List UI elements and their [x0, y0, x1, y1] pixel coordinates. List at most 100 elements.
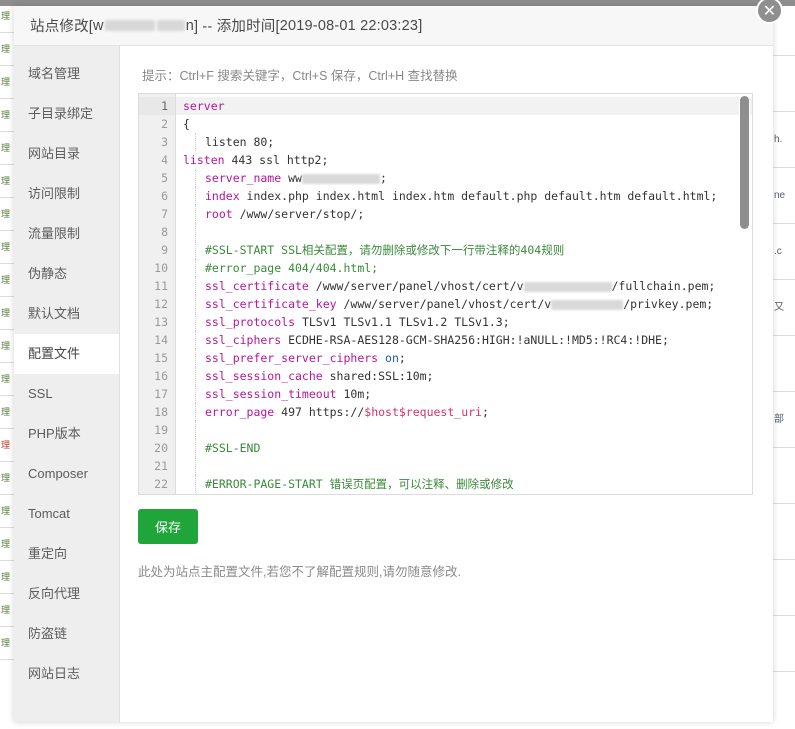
sidebar-item-label: 网站目录 — [28, 146, 81, 161]
sidebar-item-label: Tomcat — [28, 506, 70, 521]
sidebar-item-9[interactable]: PHP版本 — [14, 414, 119, 454]
code-line[interactable] — [176, 223, 752, 241]
editor-scrollbar[interactable] — [739, 96, 750, 492]
code-line[interactable]: ssl_prefer_server_ciphers on; — [176, 349, 752, 367]
line-number: 13 — [154, 315, 168, 329]
code-line[interactable]: server_name ww; — [176, 169, 752, 187]
token-pln: ; — [481, 405, 489, 419]
sidebar-item-7[interactable]: 配置文件 — [14, 334, 119, 374]
token-cmt: #error_page 404/404.html; — [205, 261, 379, 275]
sidebar-item-14[interactable]: 防盗链 — [14, 614, 119, 654]
sidebar-item-label: Composer — [28, 466, 88, 481]
editor-hint: 提示：Ctrl+F 搜索关键字，Ctrl+S 保存，Ctrl+H 查找替换 — [142, 69, 458, 83]
code-line[interactable]: listen 443 ssl http2; — [176, 151, 752, 169]
token-kw: ssl_session_timeout — [205, 387, 337, 401]
token-pln: index.php index.html index.htm default.p… — [239, 189, 718, 203]
code-line[interactable]: ssl_protocols TLSv1 TLSv1.1 TLSv1.2 TLSv… — [176, 313, 752, 331]
site-edit-modal: 站点修改[w n] -- 添加时间[2019-08-01 22:03:23] ✕ … — [14, 0, 783, 722]
code-line[interactable]: server — [176, 97, 752, 115]
line-number: 15 — [154, 351, 168, 365]
code-line-text: { — [183, 117, 190, 131]
background-row: 理 — [0, 429, 14, 462]
sidebar-item-12[interactable]: 重定向 — [14, 534, 119, 574]
config-file-editor[interactable]: 1 2 3 4 5 6 7 8 9 10 11 12 13 14 15 16 17 18 19 20 21 22 serv… — [138, 93, 753, 495]
code-line-text: #error_page 404/404.html; — [183, 261, 378, 275]
code-line-text: ssl_ciphers ECDHE-RSA-AES128-GCM-SHA256:… — [183, 333, 669, 347]
code-line[interactable]: ssl_certificate_key /www/server/panel/vh… — [176, 295, 752, 313]
token-kw: ssl_protocols — [205, 315, 296, 329]
code-line[interactable]: #error_page 404/404.html; — [176, 259, 752, 277]
code-line[interactable]: listen 80; — [176, 133, 752, 151]
token-val: on — [385, 351, 399, 365]
line-number: 20 — [154, 441, 168, 455]
editor-scrollbar-thumb[interactable] — [740, 96, 749, 229]
line-number: 19 — [154, 423, 168, 437]
line-number: 1 — [139, 97, 175, 115]
background-row: 理 — [0, 99, 14, 132]
line-number: 12 — [154, 297, 168, 311]
background-row: 部 — [773, 392, 795, 448]
line-number: 17 — [154, 387, 168, 401]
background-row: h. — [773, 112, 795, 168]
sidebar-item-10[interactable]: Composer — [14, 454, 119, 494]
sidebar-item-6[interactable]: 默认文档 — [14, 294, 119, 334]
code-line[interactable] — [176, 457, 752, 475]
line-number: 3 — [161, 135, 168, 149]
code-line[interactable]: #ERROR-PAGE-START 错误页配置，可以注释、删除或修改 — [176, 475, 752, 493]
sidebar-item-8[interactable]: SSL — [14, 374, 119, 414]
sidebar-item-15[interactable]: 网站日志 — [14, 654, 119, 694]
sidebar-item-label: 子目录绑定 — [28, 106, 94, 121]
sidebar-item-5[interactable]: 伪静态 — [14, 254, 119, 294]
token-pln: 497 https:// — [274, 405, 365, 419]
background-row: 理 — [0, 330, 14, 363]
line-number: 18 — [154, 405, 168, 419]
code-line-text: error_page 497 https://$host$request_uri… — [183, 405, 489, 419]
indent-guide — [195, 133, 196, 151]
line-number: 7 — [161, 207, 168, 221]
modal-title-suffix: ] — [418, 17, 423, 34]
code-line[interactable]: #SSL-START SSL相关配置，请勿删除或修改下一行带注释的404规则 — [176, 241, 752, 259]
background-row: 理 — [0, 132, 14, 165]
background-row — [773, 448, 795, 504]
code-line-text: index index.php index.html index.htm def… — [183, 189, 717, 203]
sidebar-item-2[interactable]: 网站目录 — [14, 134, 119, 174]
indent-guide — [195, 475, 196, 493]
sidebar-item-1[interactable]: 子目录绑定 — [14, 94, 119, 134]
code-line[interactable]: ssl_ciphers ECDHE-RSA-AES128-GCM-SHA256:… — [176, 331, 752, 349]
code-line[interactable]: ssl_session_cache shared:SSL:10m; — [176, 367, 752, 385]
code-line[interactable]: ssl_session_timeout 10m; — [176, 385, 752, 403]
code-line-text: ssl_session_cache shared:SSL:10m; — [183, 369, 433, 383]
token-pln — [378, 351, 385, 365]
background-row: 理 — [0, 66, 14, 99]
code-line-text: listen 443 ssl http2; — [183, 153, 328, 167]
sidebar-item-0[interactable]: 域名管理 — [14, 54, 119, 94]
line-number: 21 — [154, 459, 168, 473]
token-pln: shared:SSL:10m; — [322, 369, 434, 383]
background-row — [773, 56, 795, 112]
sidebar-item-13[interactable]: 反向代理 — [14, 574, 119, 614]
sidebar-item-3[interactable]: 访问限制 — [14, 174, 119, 214]
sidebar-item-11[interactable]: Tomcat — [14, 494, 119, 534]
code-line[interactable]: ssl_certificate /www/server/panel/vhost/… — [176, 277, 752, 295]
code-line[interactable]: { — [176, 115, 752, 133]
background-row: 理 — [0, 528, 14, 561]
token-pln: listen 80; — [205, 135, 275, 149]
token-pln: /privkey.pem; — [623, 297, 714, 311]
code-line[interactable] — [176, 421, 752, 439]
editor-code-area[interactable]: server { listen 80; listen 443 ssl http2; s… — [176, 94, 752, 494]
sidebar-item-4[interactable]: 流量限制 — [14, 214, 119, 254]
save-button[interactable]: 保存 — [138, 509, 199, 544]
code-line[interactable]: root /www/server/stop/; — [176, 205, 752, 223]
background-row: 理 — [0, 198, 14, 231]
code-line[interactable]: #SSL-END — [176, 439, 752, 457]
code-line[interactable]: index index.php index.html index.htm def… — [176, 187, 752, 205]
modal-sidebar: 域名管理子目录绑定网站目录访问限制 流量限制 伪静态 默认文档 配置文件 SSL PHP版本… — [14, 46, 120, 722]
token-pln: ; — [379, 171, 387, 185]
sidebar-item-label: 反向代理 — [28, 586, 81, 601]
indent-guide — [195, 313, 196, 331]
code-line-text: #ERROR-PAGE-START 错误页配置，可以注释、删除或修改 — [183, 477, 514, 491]
background-row: 理 — [0, 33, 14, 66]
token-kw: listen — [183, 153, 225, 167]
code-line[interactable]: error_page 497 https://$host$request_uri… — [176, 403, 752, 421]
